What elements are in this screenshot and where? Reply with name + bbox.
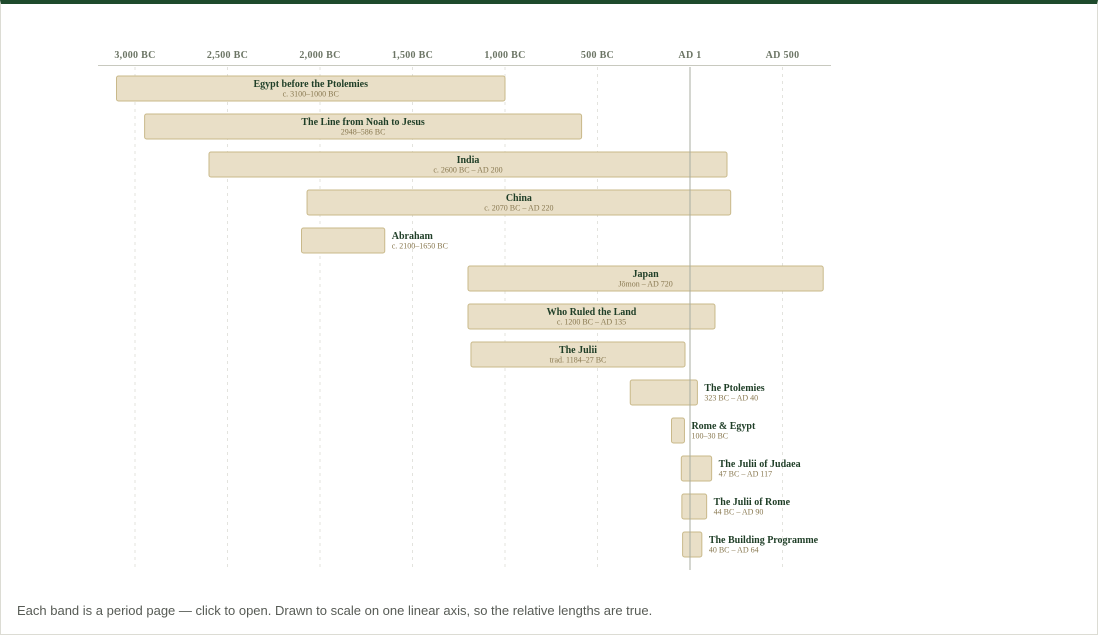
x-tick-label: 2,000 BC	[299, 50, 340, 61]
band-title: China	[506, 193, 532, 204]
band-title: The Julii of Judaea	[719, 459, 801, 470]
band-title: Who Ruled the Land	[547, 307, 637, 318]
band-date-range: Jōmon – AD 720	[618, 280, 672, 289]
period-band[interactable]: Indiac. 2600 BC – AD 200	[208, 151, 728, 178]
band-date-range: 323 BC – AD 40	[704, 394, 758, 403]
band-date-range: 44 BC – AD 90	[714, 508, 764, 517]
period-band[interactable]: The Ptolemies323 BC – AD 40	[629, 379, 765, 406]
band-title: India	[457, 155, 480, 166]
band-title: Egypt before the Ptolemies	[253, 79, 368, 90]
band-title: The Line from Noah to Jesus	[301, 117, 425, 128]
band-date-range: c. 1200 BC – AD 135	[557, 318, 626, 327]
period-band[interactable]: Chinac. 2070 BC – AD 220	[306, 189, 732, 216]
timeline-chart: 3,000 BC 2,500 BC 2,000 BC 1,500 BC 1,000 BC…	[98, 50, 831, 570]
band-date-range: 47 BC – AD 117	[719, 470, 773, 479]
band-bar	[629, 379, 698, 406]
band-date-range: c. 3100–1000 BC	[283, 90, 339, 99]
band-date-range: c. 2100–1650 BC	[392, 242, 448, 251]
band-bar	[671, 417, 685, 444]
period-band[interactable]: The Julii of Rome44 BC – AD 90	[681, 493, 791, 520]
band-title: Japan	[633, 269, 660, 280]
x-tick-label: 500 BC	[581, 50, 614, 61]
x-tick-label: 1,500 BC	[392, 50, 433, 61]
band-date-range: trad. 1184–27 BC	[550, 356, 607, 365]
x-tick-label: AD 500	[766, 50, 800, 61]
chart-caption: Each band is a period page — click to op…	[17, 603, 653, 618]
period-band[interactable]: The Line from Noah to Jesus2948–586 BC	[144, 113, 583, 140]
x-tick-label: 2,500 BC	[207, 50, 248, 61]
band-date-range: 100–30 BC	[691, 432, 728, 441]
band-title: The Julii of Rome	[714, 497, 791, 508]
band-title: The Ptolemies	[704, 383, 764, 394]
band-title: Abraham	[392, 231, 434, 242]
x-tick-label: 1,000 BC	[484, 50, 525, 61]
band-date-range: c. 2600 BC – AD 200	[433, 166, 502, 175]
band-bar	[682, 531, 703, 558]
x-tick-label: 3,000 BC	[114, 50, 155, 61]
period-band[interactable]: Rome & Egypt100–30 BC	[671, 417, 757, 444]
band-title: The Julii	[559, 345, 597, 356]
x-tick-label: AD 1	[678, 50, 701, 61]
band-date-range: 2948–586 BC	[341, 128, 386, 137]
band-date-range: 40 BC – AD 64	[709, 546, 759, 555]
band-bar	[301, 227, 386, 254]
period-band[interactable]: JapanJōmon – AD 720	[467, 265, 824, 292]
band-bar	[681, 493, 708, 520]
band-bar	[680, 455, 713, 482]
period-band[interactable]: Who Ruled the Landc. 1200 BC – AD 135	[467, 303, 716, 330]
period-band[interactable]: Egypt before the Ptolemiesc. 3100–1000 B…	[116, 75, 506, 102]
band-date-range: c. 2070 BC – AD 220	[484, 204, 553, 213]
band-title: Rome & Egypt	[691, 421, 756, 432]
period-band[interactable]: The Juliitrad. 1184–27 BC	[470, 341, 686, 368]
period-band[interactable]: Abrahamc. 2100–1650 BC	[301, 227, 448, 254]
band-title: The Building Programme	[709, 535, 819, 546]
period-band[interactable]: The Julii of Judaea47 BC – AD 117	[680, 455, 801, 482]
period-band[interactable]: The Building Programme40 BC – AD 64	[682, 531, 819, 558]
